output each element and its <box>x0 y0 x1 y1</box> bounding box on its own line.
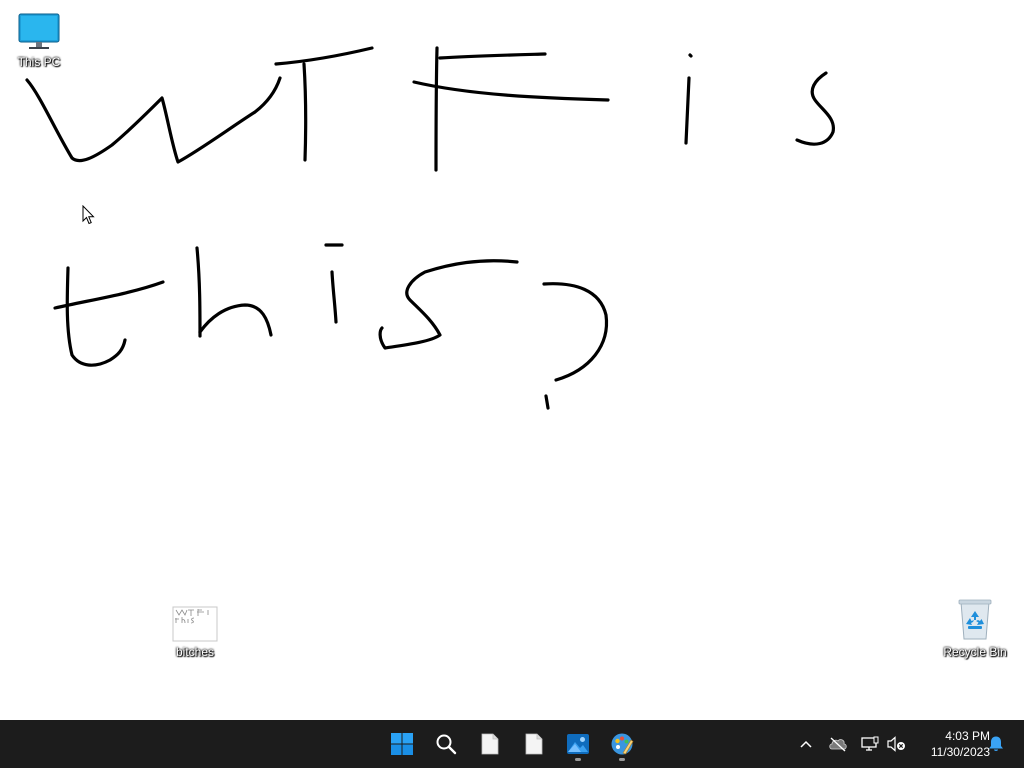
notifications-button[interactable] <box>984 732 1008 756</box>
taskbar-file-button[interactable] <box>470 724 510 764</box>
chevron-up-icon <box>800 740 812 748</box>
taskbar-photos-button[interactable] <box>558 724 598 764</box>
image-thumbnail-icon <box>172 606 218 642</box>
file-icon <box>525 733 543 755</box>
taskbar-search-button[interactable] <box>426 724 466 764</box>
desktop-icon-recycle-bin[interactable]: Recycle Bin <box>936 598 1014 659</box>
paint-icon <box>611 733 634 755</box>
recycle-bin-icon <box>958 599 992 640</box>
desktop[interactable]: This PC bitches Recycle Bin <box>0 0 1024 720</box>
desktop-icon-label: Recycle Bin <box>943 645 1007 659</box>
search-icon <box>436 734 457 755</box>
monitor-icon <box>18 13 60 49</box>
taskbar-paint-button[interactable] <box>602 724 642 764</box>
running-indicator <box>575 758 581 761</box>
onedrive-tray-button[interactable] <box>826 732 850 756</box>
mouse-pointer-icon <box>82 205 95 225</box>
notification-bell-icon <box>989 736 1003 751</box>
show-hidden-icons-button[interactable] <box>794 732 818 756</box>
clock-time: 4:03 PM <box>945 729 990 743</box>
windows-logo-icon <box>391 733 413 755</box>
network-icon <box>861 736 879 751</box>
network-tray-button[interactable] <box>858 732 882 756</box>
desktop-icon-bitches[interactable]: bitches <box>156 606 234 659</box>
photos-icon <box>567 734 589 754</box>
file-icon <box>481 733 499 755</box>
taskbar-clock[interactable]: 4:03 PM 11/30/2023 <box>912 728 990 760</box>
taskbar-file-button[interactable] <box>514 724 554 764</box>
volume-muted-icon <box>887 736 905 752</box>
onedrive-offline-icon <box>829 737 847 752</box>
running-indicator <box>619 758 625 761</box>
desktop-icon-this-pc[interactable]: This PC <box>0 12 78 69</box>
desktop-icon-label: bitches <box>175 645 215 659</box>
clock-date: 11/30/2023 <box>930 745 990 759</box>
taskbar: 4:03 PM 11/30/2023 <box>0 720 1024 768</box>
wallpaper-scribble <box>25 46 835 410</box>
desktop-icon-label: This PC <box>17 55 61 69</box>
start-button[interactable] <box>382 724 422 764</box>
volume-tray-button[interactable] <box>884 732 908 756</box>
